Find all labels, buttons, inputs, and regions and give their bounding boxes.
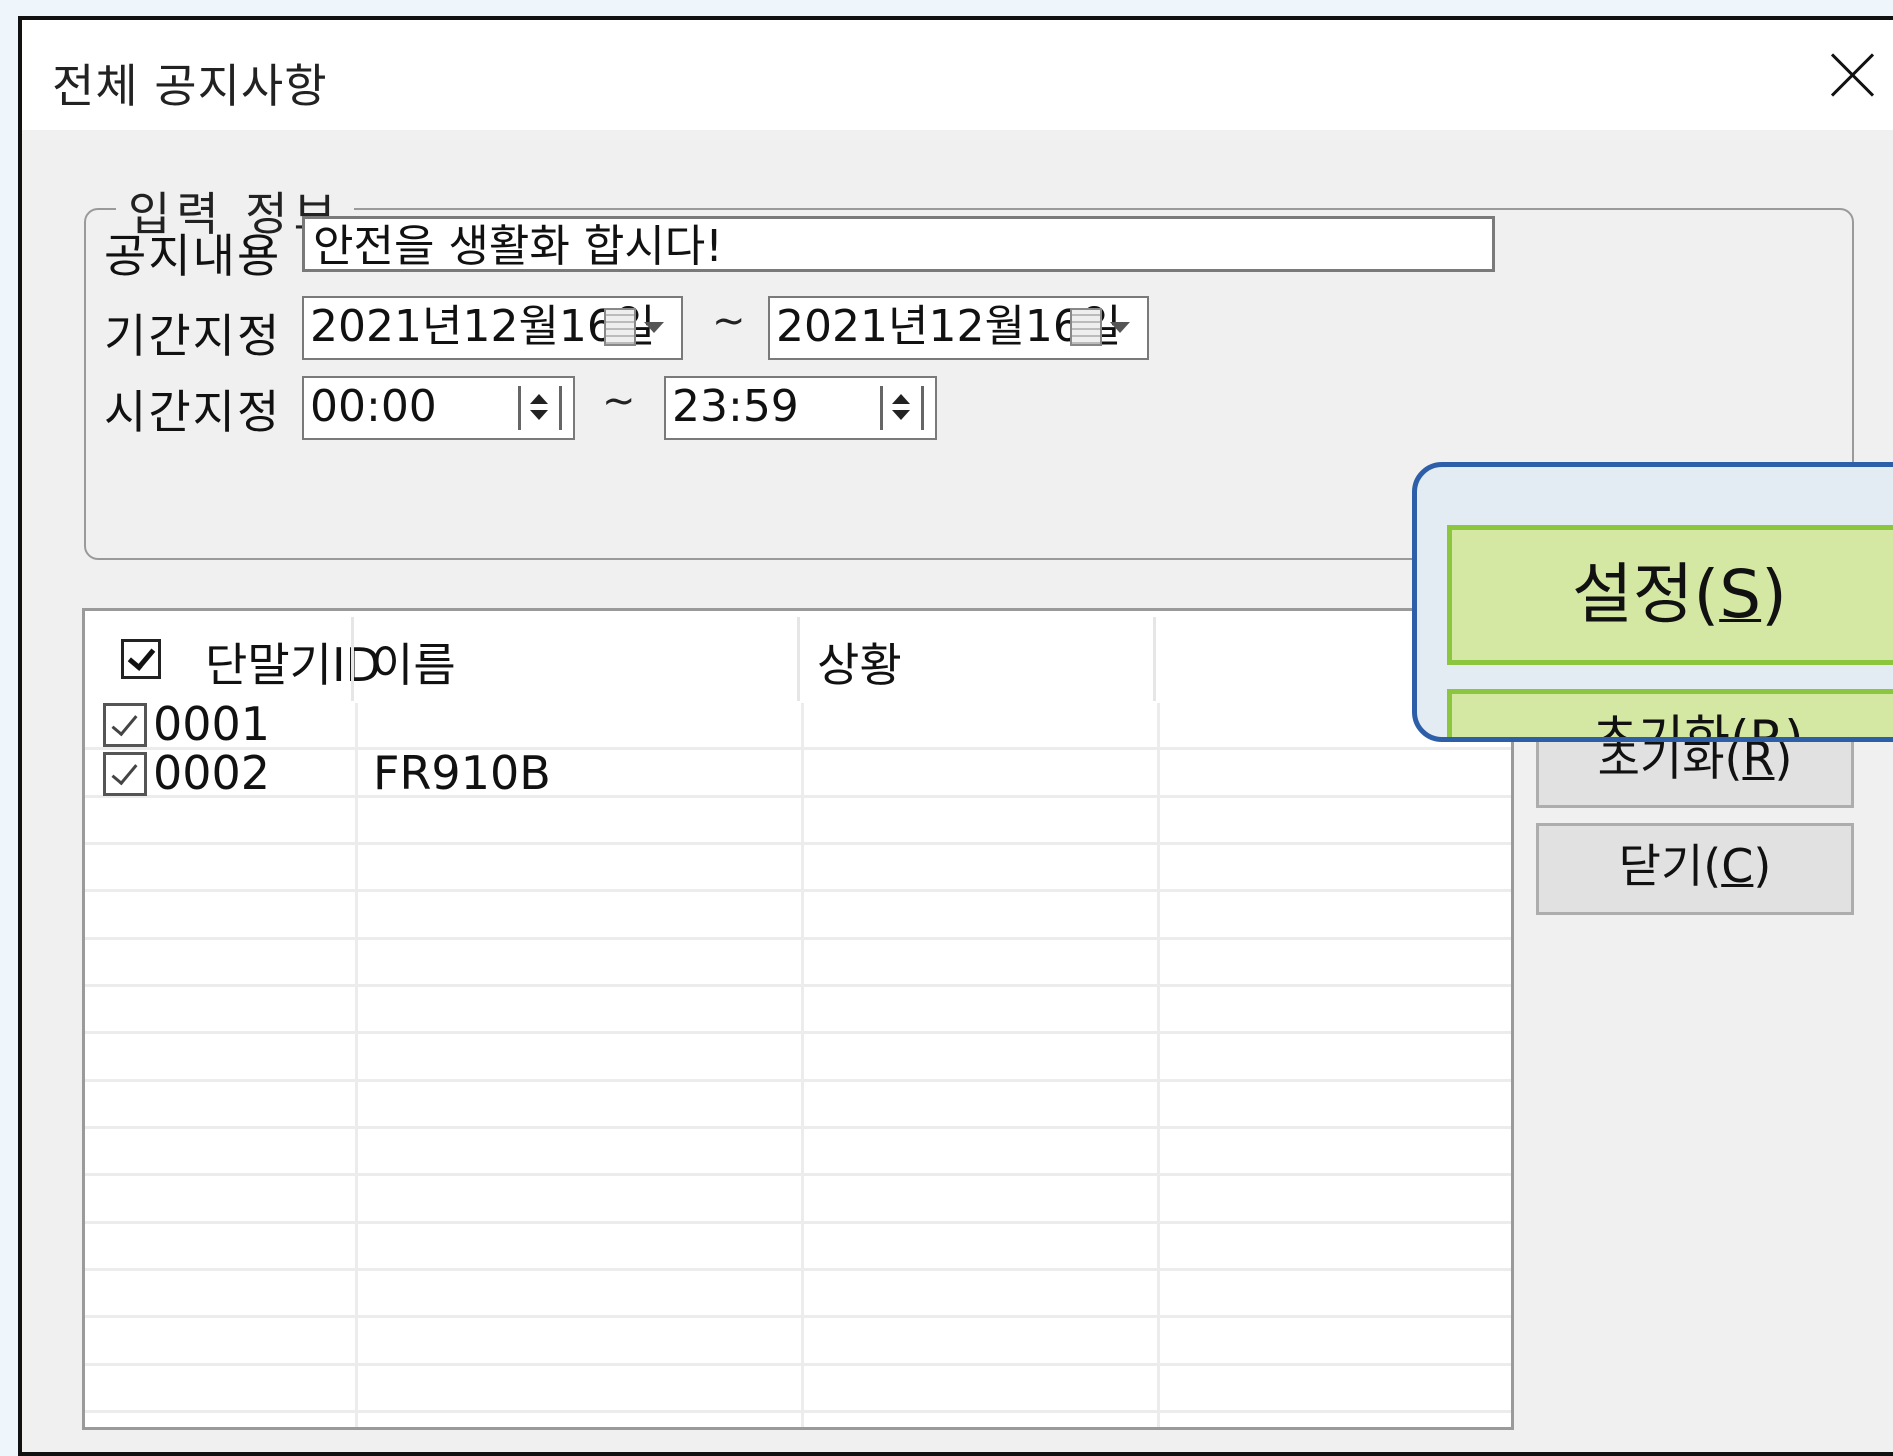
dropdown-arrow-icon	[644, 322, 664, 333]
spin-up-icon	[892, 394, 910, 404]
time-to-spin-button[interactable]	[878, 384, 926, 432]
column-header-name[interactable]: 이름	[371, 629, 456, 695]
table-row[interactable]	[85, 940, 1511, 987]
table-row[interactable]	[85, 1129, 1511, 1176]
table-row[interactable]: 0002 FR910B	[85, 746, 1511, 800]
set-button-label: 설정(	[1572, 556, 1720, 633]
date-to-calendar-button[interactable]	[1070, 308, 1132, 350]
time-label: 시간지정	[104, 385, 282, 439]
time-from-spin-button[interactable]	[516, 384, 564, 432]
cell-name: FR910B	[373, 746, 551, 800]
set-button-close: )	[1761, 556, 1787, 633]
time-to-value: 23:59	[672, 381, 799, 432]
init-button-zoomed-key: R	[1749, 710, 1785, 742]
init-button-zoomed[interactable]: 초기화(R)	[1447, 689, 1893, 742]
row-checkbox[interactable]	[103, 703, 147, 747]
close-icon[interactable]	[1827, 50, 1877, 100]
grid-header: 단말기ID 이름 상황	[85, 611, 1511, 703]
close-button-close: )	[1753, 839, 1772, 893]
init-button-zoomed-close: )	[1784, 710, 1804, 742]
date-range-tilde: ~	[712, 298, 746, 344]
table-row[interactable]	[85, 1224, 1511, 1271]
close-button[interactable]: 닫기(C)	[1536, 823, 1854, 915]
column-header-status[interactable]: 상황	[817, 629, 902, 695]
init-button-zoomed-label: 초기화(	[1592, 710, 1750, 742]
table-row[interactable]	[85, 892, 1511, 940]
date-to-picker[interactable]: 2021년12월16일	[768, 296, 1149, 360]
spin-up-icon	[530, 394, 548, 404]
calendar-icon	[1070, 308, 1102, 346]
window-title: 전체 공지사항	[52, 59, 328, 113]
table-row[interactable]	[85, 1271, 1511, 1318]
time-from-spinner[interactable]: 00:00	[302, 376, 575, 440]
table-row[interactable]	[85, 1176, 1511, 1224]
title-bar: 전체 공지사항	[22, 20, 1893, 130]
close-button-key: C	[1721, 839, 1754, 893]
set-button[interactable]: 설정(S)	[1447, 525, 1893, 665]
date-from-calendar-button[interactable]	[604, 308, 666, 350]
notice-content-label: 공지내용	[104, 229, 282, 283]
time-from-value: 00:00	[310, 381, 437, 432]
table-row[interactable]	[85, 987, 1511, 1034]
zoom-callout: 설정(S) 초기화(R)	[1412, 462, 1893, 742]
cell-terminal-id: 0002	[153, 746, 271, 800]
table-row[interactable]	[85, 1318, 1511, 1366]
row-checkbox[interactable]	[103, 752, 147, 796]
table-row[interactable]	[85, 1366, 1511, 1413]
close-button-label: 닫기(	[1618, 839, 1722, 893]
spin-down-icon	[892, 410, 910, 420]
period-label: 기간지정	[104, 309, 282, 363]
calendar-icon	[604, 308, 636, 346]
cell-terminal-id: 0001	[153, 697, 271, 751]
terminal-grid[interactable]: 단말기ID 이름 상황 0001 0002 FR910B	[82, 608, 1514, 1430]
dropdown-arrow-icon	[1110, 322, 1130, 333]
table-row[interactable]	[85, 845, 1511, 892]
table-row[interactable]	[85, 1082, 1511, 1129]
select-all-checkbox[interactable]	[121, 639, 161, 679]
date-from-picker[interactable]: 2021년12월16일	[302, 296, 683, 360]
table-row[interactable]	[85, 798, 1511, 845]
table-row[interactable]	[85, 1034, 1511, 1082]
time-to-spinner[interactable]: 23:59	[664, 376, 937, 440]
table-row[interactable]: 0001	[85, 697, 1511, 751]
time-range-tilde: ~	[602, 378, 636, 424]
notice-content-input[interactable]: 안전을 생활화 합시다!	[302, 216, 1495, 272]
set-button-key: S	[1719, 556, 1762, 633]
column-header-terminal-id[interactable]: 단말기ID	[205, 629, 381, 695]
spin-down-icon	[530, 410, 548, 420]
